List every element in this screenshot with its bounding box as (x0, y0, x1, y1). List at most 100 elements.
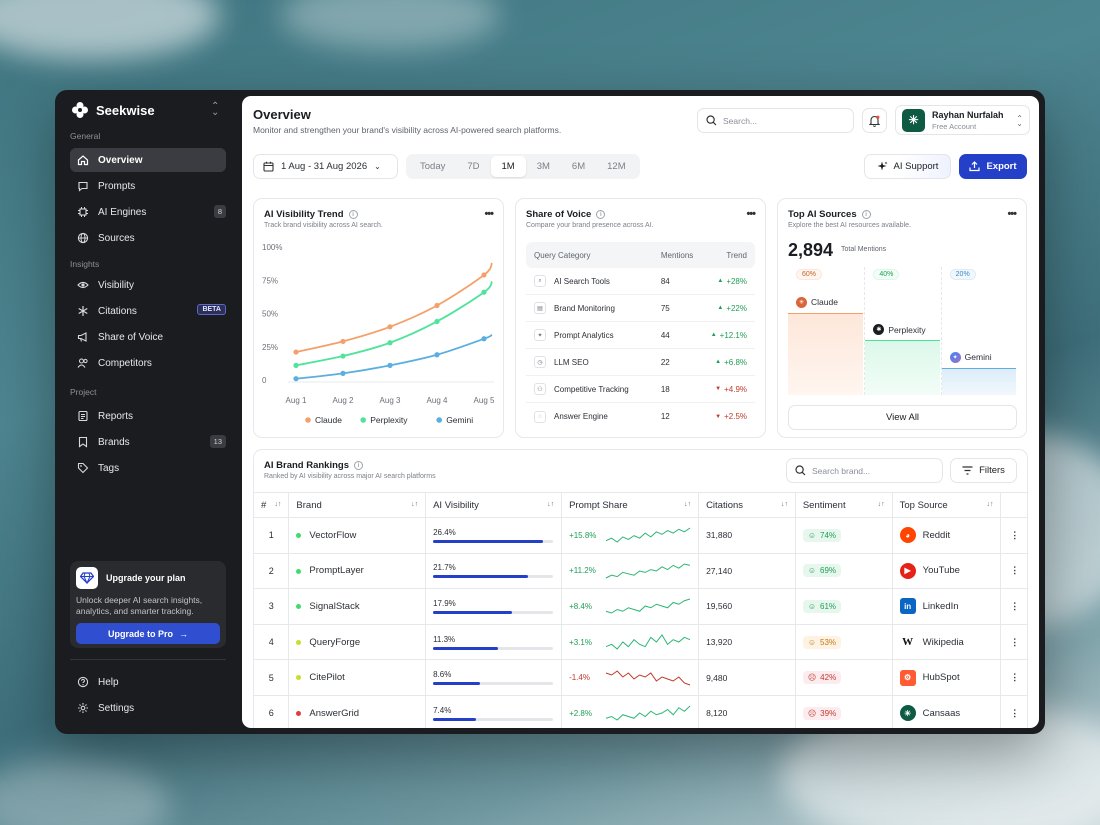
search-icon (795, 465, 806, 476)
sidebar-item-reports[interactable]: Reports (70, 404, 226, 428)
frown-icon: ☹ (807, 708, 817, 718)
ai-support-button[interactable]: AI Support (864, 154, 951, 179)
category-label: Competitive Tracking (554, 384, 629, 394)
sort-icon[interactable]: ↓↑ (684, 501, 691, 508)
table-row[interactable]: ⚇ Competitive Tracking 18 ▼ +4.9% (526, 376, 755, 403)
visibility-value: 7.4% (433, 705, 452, 715)
row-menu-icon[interactable]: ⋮ (1000, 659, 1028, 696)
sidebar-item-overview[interactable]: Overview (70, 148, 226, 172)
range-today[interactable]: Today (409, 156, 456, 177)
range-3m[interactable]: 3M (526, 156, 561, 177)
sort-icon[interactable]: ↓↑ (878, 501, 885, 508)
source-column-gemini[interactable]: 20% ✦ Gemini (940, 267, 1016, 395)
more-options-icon[interactable]: ••• (484, 208, 494, 220)
sort-icon[interactable]: ↓↑ (411, 501, 418, 508)
sort-icon[interactable]: ↓↑ (986, 501, 993, 508)
prompt-share: +11.2% (569, 562, 691, 580)
brand-search-input[interactable]: Search brand... (786, 458, 943, 483)
legend-label: Perplexity (370, 415, 408, 425)
category-icon: ▤ (534, 302, 546, 314)
percent-badge: 40% (873, 269, 900, 280)
sidebar-item-citations[interactable]: Citations BETA (70, 299, 226, 323)
column-header-top-source[interactable]: Top Source ↓↑ (892, 492, 1002, 518)
table-row[interactable]: ✦ Prompt Analytics 44 ▲ +12.1% (526, 322, 755, 349)
column-header-sentiment[interactable]: Sentiment ↓↑ (795, 492, 893, 518)
range-12m[interactable]: 12M (596, 156, 636, 177)
table-row[interactable]: 5 CitePilot 8.6% -1.4% 9,480 ☹ 42% ⚙ HubSpot ⋮ (254, 659, 1028, 696)
range-6m[interactable]: 6M (561, 156, 596, 177)
table-row[interactable]: 4 QueryForge 11.3% +3.1% 13,920 ☺ 53% W Wikipedi… (254, 624, 1028, 661)
row-menu-icon[interactable]: ⋮ (1000, 624, 1028, 661)
data-point (293, 376, 299, 382)
sidebar-item-tags[interactable]: Tags (70, 456, 226, 480)
column-header-brand[interactable]: Brand ↓↑ (288, 492, 427, 518)
table-row[interactable]: 3 SignalStack 17.9% +8.4% 19,560 ☺ 61% in Linked… (254, 588, 1028, 625)
top-source-cell: ▶ YouTube (892, 553, 1002, 590)
logo[interactable]: Seekwise (72, 102, 155, 118)
sidebar-item-share-of-voice[interactable]: Share of Voice (70, 325, 226, 349)
view-all-button[interactable]: View All (788, 405, 1017, 430)
sidebar-item-label: Competitors (98, 357, 152, 369)
column-header-rank[interactable]: # ↓↑ (254, 492, 290, 518)
data-point (481, 272, 487, 278)
sov-table: Query Category Mentions Trend ⌕ AI Search… (526, 242, 755, 430)
source-column-perplexity[interactable]: 40% ✱ Perplexity (864, 267, 940, 395)
sidebar-item-visibility[interactable]: Visibility (70, 273, 226, 297)
mentions-cell: 75 (660, 303, 670, 313)
filters-button[interactable]: Filters (950, 458, 1017, 483)
sidebar-item-competitors[interactable]: Competitors (70, 351, 226, 375)
table-row[interactable]: 6 AnswerGrid 7.4% +2.8% 8,120 ☹ 39% ✳ Cansaas ⋮ (254, 695, 1028, 728)
rank-cell: 2 (254, 553, 290, 590)
source-column-claude[interactable]: 60% ✳ Claude (788, 267, 864, 395)
range-7d[interactable]: 7D (456, 156, 490, 177)
frown-icon: ☹ (807, 673, 817, 683)
workspace-switch-icon[interactable]: ⌃ ⌄ (211, 102, 219, 118)
sparkline (605, 599, 691, 615)
table-row[interactable]: 1 VectorFlow 26.4% +15.8% 31,880 ☺ 74% ◕ Reddit ⋮ (254, 517, 1028, 554)
sentiment-cell: ☺ 74% (795, 517, 893, 554)
row-menu-icon[interactable]: ⋮ (1000, 553, 1028, 590)
row-menu-icon[interactable]: ⋮ (1000, 588, 1028, 625)
date-range-picker[interactable]: 1 Aug - 31 Aug 2026 ⌄ (253, 154, 398, 179)
category-cell: ▤ Brand Monitoring (534, 302, 653, 314)
sidebar-item-ai-engines[interactable]: AI Engines 8 (70, 200, 226, 224)
sidebar-item-help[interactable]: Help (70, 670, 226, 694)
user-menu[interactable]: ✳ Rayhan Nurfalah Free Account ⌃ ⌄ (895, 105, 1030, 135)
more-options-icon[interactable]: ••• (746, 208, 756, 220)
table-row[interactable]: ◌ Answer Engine 12 ▼ +2.5% (526, 403, 755, 430)
notification-button[interactable] (862, 108, 887, 133)
info-icon[interactable]: i (861, 210, 871, 219)
sort-icon[interactable]: ↓↑ (781, 501, 788, 508)
sort-icon[interactable]: ↓↑ (274, 501, 281, 508)
table-row[interactable]: ▤ Brand Monitoring 75 ▲ +22% (526, 295, 755, 322)
table-row[interactable]: ⌕ AI Search Tools 84 ▲ +28% (526, 268, 755, 295)
row-menu-icon[interactable]: ⋮ (1000, 517, 1028, 554)
table-row[interactable]: ◷ LLM SEO 22 ▲ +6.8% (526, 349, 755, 376)
sidebar-item-sources[interactable]: Sources (70, 226, 226, 250)
info-icon[interactable]: i (348, 210, 358, 219)
seekwise-logo-icon (72, 102, 88, 118)
column-header: Query Category (534, 250, 591, 260)
info-icon[interactable]: i (354, 461, 363, 470)
search-input[interactable]: Search... (697, 108, 854, 133)
sidebar-item-prompts[interactable]: Prompts (70, 174, 226, 198)
sidebar-item-settings[interactable]: Settings (70, 696, 226, 720)
more-options-icon[interactable]: ••• (1007, 208, 1017, 220)
source-name: Claude (811, 297, 838, 308)
x-tick-label: Aug 5 (474, 396, 495, 405)
column-header-citations[interactable]: Citations ↓↑ (698, 492, 796, 518)
range-1m[interactable]: 1M (490, 156, 526, 177)
legend-marker (305, 417, 311, 423)
column-header-prompt-share[interactable]: Prompt Share ↓↑ (561, 492, 700, 518)
export-button[interactable]: Export (959, 154, 1027, 179)
sidebar-item-brands[interactable]: Brands 13 (70, 430, 226, 454)
sentiment-value: 61% (820, 601, 837, 611)
help-icon (77, 676, 89, 688)
table-row[interactable]: 2 PromptLayer 21.7% +11.2% 27,140 ☺ 69% ▶ YouTub… (254, 553, 1028, 590)
column-header-ai-visibility[interactable]: AI Visibility ↓↑ (425, 492, 563, 518)
sort-icon[interactable]: ↓↑ (547, 501, 554, 508)
megaphone-icon (77, 331, 89, 343)
upgrade-button[interactable]: Upgrade to Pro → (76, 623, 220, 644)
info-icon[interactable]: i (596, 210, 606, 219)
row-menu-icon[interactable]: ⋮ (1000, 695, 1028, 728)
